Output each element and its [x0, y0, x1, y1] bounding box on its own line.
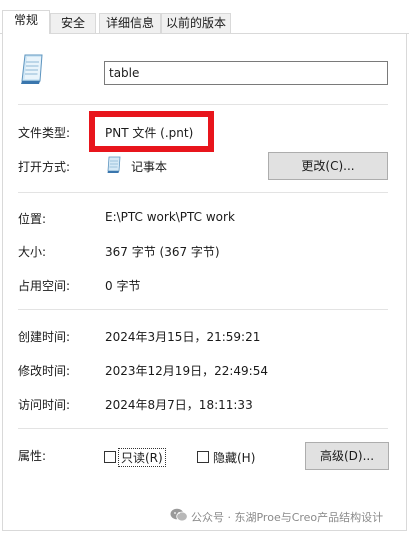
tab-details[interactable]: 详细信息 [99, 13, 161, 33]
watermark-text: 公众号 · 东湖Proe与Creo产品结构设计 [191, 511, 384, 524]
change-button[interactable]: 更改(C)... [268, 152, 388, 180]
accessed-label: 访问时间: [18, 398, 71, 412]
tab-general[interactable]: 常规 [2, 10, 50, 34]
accessed-value: 2024年8月7日，18:11:33 [105, 398, 253, 412]
hidden-checkbox[interactable] [197, 451, 209, 463]
tab-security[interactable]: 安全 [50, 13, 96, 33]
modified-label: 修改时间: [18, 364, 71, 378]
readonly-label[interactable]: 只读(R) [118, 448, 166, 467]
open-with-label: 打开方式: [18, 160, 71, 174]
size-label: 大小: [18, 245, 47, 259]
separator [18, 428, 388, 429]
open-with-app-name: 记事本 [131, 160, 168, 174]
tab-previous-versions[interactable]: 以前的版本 [161, 13, 231, 33]
readonly-checkbox[interactable] [104, 451, 116, 463]
created-label: 创建时间: [18, 330, 71, 344]
location-value: E:\PTC work\PTC work [105, 210, 235, 224]
attributes-label: 属性: [18, 449, 47, 463]
hidden-label[interactable]: 隐藏(H) [213, 449, 255, 466]
separator [18, 104, 388, 105]
modified-value: 2023年12月19日，22:49:54 [105, 364, 268, 378]
wechat-icon [170, 508, 188, 522]
highlight-box [89, 111, 214, 152]
file-name-input[interactable]: table [104, 61, 388, 85]
separator [18, 192, 388, 193]
size-on-disk-label: 占用空间: [18, 279, 71, 293]
size-on-disk-value: 0 字节 [105, 279, 141, 293]
size-value: 367 字节 (367 字节) [105, 245, 220, 259]
separator [18, 309, 388, 310]
created-value: 2024年3月15日，21:59:21 [105, 330, 261, 344]
file-type-label: 文件类型: [18, 126, 71, 140]
advanced-button[interactable]: 高级(D)... [305, 442, 389, 470]
tab-bar: 常规 安全 详细信息 以前的版本 [0, 0, 409, 34]
notepad-file-icon [16, 52, 50, 86]
notepad-icon [106, 156, 122, 174]
location-label: 位置: [18, 212, 47, 226]
